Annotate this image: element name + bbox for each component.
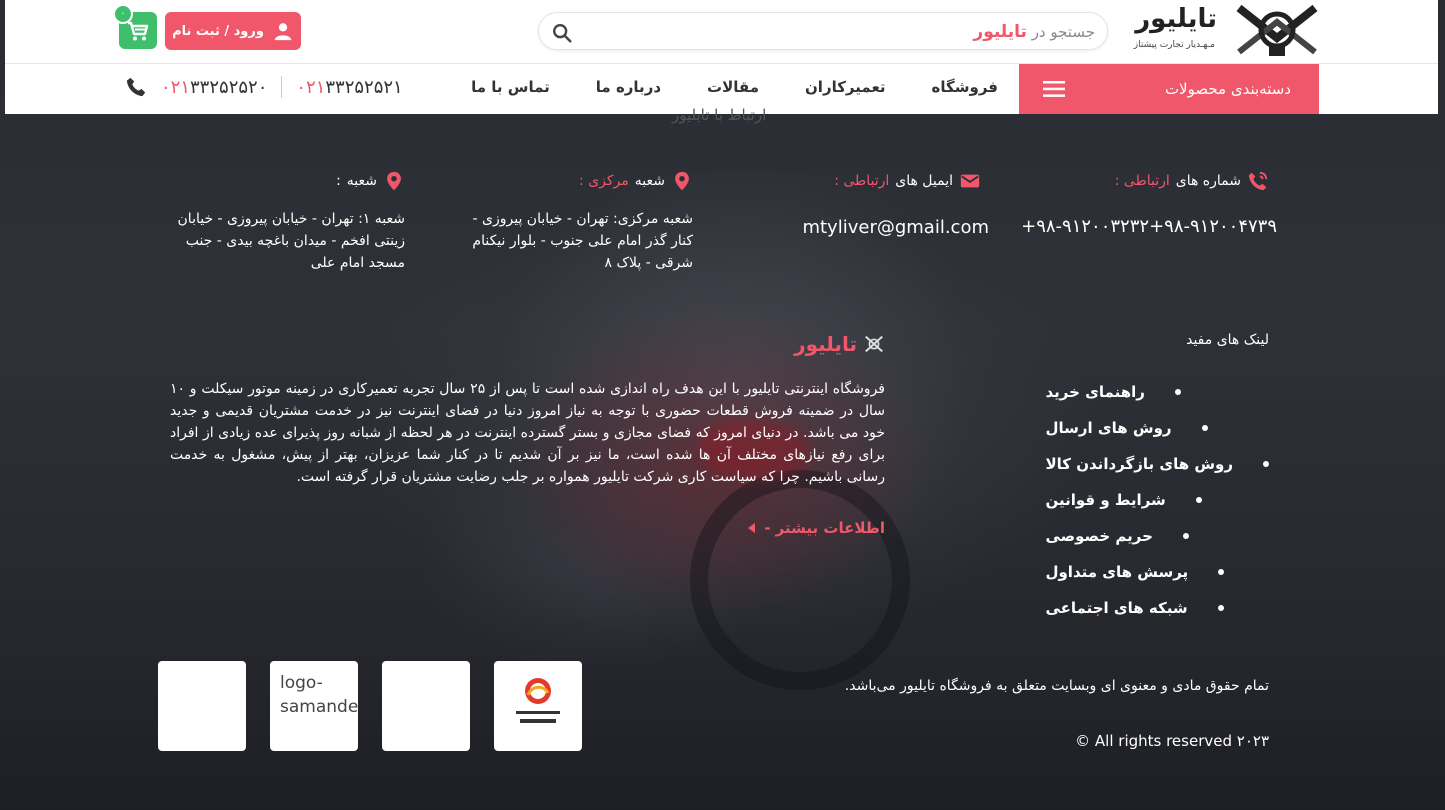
header-phones: ۰۲۱۳۳۲۵۲۵۲۰ ۰۲۱۳۳۲۵۲۵۲۱ [125, 76, 403, 98]
link-label: شرایط و قوانین [1045, 491, 1166, 509]
link-label: روش های ارسال [1045, 419, 1172, 437]
contact-branch-heading: شعبه : [336, 170, 405, 192]
contact-phones-heading: شماره های ارتباطی : [1115, 170, 1269, 192]
link-social[interactable]: شبکه های اجتماعی [1045, 590, 1269, 626]
contact-email-label: ایمیل های [895, 173, 953, 189]
central-address: شعبه مرکزی: تهران - خیابان پیروزی - کنار… [472, 211, 693, 271]
logo-text: تایلیور [1135, 4, 1217, 34]
link-label: راهنمای خرید [1045, 383, 1145, 401]
nav-link-about[interactable]: درباره ما [596, 78, 661, 96]
pasargad-bank-badge[interactable] [494, 661, 582, 751]
hamburger-menu-icon [1043, 81, 1065, 97]
list-bullet [1182, 533, 1189, 539]
cart-count-badge: ۰ [113, 4, 133, 24]
envelope-icon [960, 174, 980, 188]
about-paragraph: فروشگاه اینترنتی تایلیور با این هدف راه … [170, 381, 885, 485]
caret-left-icon [748, 523, 756, 533]
contact-phones-accent: ارتباطی : [1114, 173, 1170, 189]
site-logo[interactable]: تایلیور مـهـدیار تجارت پیشتاز [1125, 0, 1325, 62]
site-header: تایلیور مـهـدیار تجارت پیشتاز جستجو در ت… [5, 0, 1438, 114]
link-shipping-methods[interactable]: روش های ارسال [1045, 410, 1269, 446]
pasargad-bank-logo-icon [516, 678, 560, 723]
list-bullet [1263, 461, 1269, 467]
phone-1-prefix: ۰۲۱ [296, 76, 326, 98]
contact-branch-accent: : [336, 173, 341, 189]
samandehi-badge[interactable]: logo-samandehi [270, 661, 358, 751]
useful-links-title: لینک های مفید [1186, 332, 1269, 348]
phone-divider [281, 76, 283, 98]
phone-2-number: ۳۳۲۵۲۵۲۰ [190, 76, 268, 98]
more-info-label: اطلاعات بیشتر - [764, 519, 885, 537]
peek-section-title: ارتباط با تایلیور [672, 106, 767, 124]
link-terms[interactable]: شرایط و قوانین [1045, 482, 1269, 518]
contact-central-accent: مرکزی : [579, 173, 629, 189]
link-privacy[interactable]: حریم خصوصی [1045, 518, 1269, 554]
phone-2-prefix: ۰۲۱ [161, 76, 191, 98]
about-heading: تایلیور [794, 332, 885, 356]
logo-mini-icon [865, 335, 883, 353]
nav-links: فروشگاه تعمیرکاران مقالات درباره ما تماس… [471, 78, 998, 96]
list-bullet [1217, 605, 1224, 611]
samandehi-alt-text: logo-samandehi [280, 673, 358, 717]
phone-icon [126, 77, 146, 97]
nav-link-shop[interactable]: فروشگاه [932, 78, 998, 96]
login-register-button[interactable]: ورود / ثبت نام [165, 12, 301, 50]
phone-1-number: ۳۳۲۵۲۵۲۱ [325, 76, 403, 98]
branch-address: شعبه ۱: تهران - خیابان پیروزی - خیابان ز… [177, 211, 405, 271]
motorcycle-wheel-shape [690, 470, 910, 690]
category-menu-button[interactable]: دسته‌بندی محصولات [1019, 64, 1319, 114]
link-label: حریم خصوصی [1045, 527, 1153, 545]
contact-email-heading: ایمیل های ارتباطی : [834, 170, 981, 192]
rights-text: تمام حقوق مادی و معنوی ای وبسایت متعلق ب… [844, 678, 1269, 694]
useful-links-list: راهنمای خرید روش های ارسال روش های بازگر… [1045, 374, 1269, 626]
search-input[interactable]: جستجو در تایلیور [538, 12, 1108, 50]
link-shopping-guide[interactable]: راهنمای خرید [1045, 374, 1269, 410]
link-label: روش های بازگرداندن کالا [1045, 455, 1233, 473]
copyright-text: All rights reserved ۲۰۲۳ © [1075, 732, 1269, 750]
phone-call-icon [1248, 171, 1268, 191]
contact-email-value[interactable]: mtyliver@gmail.com [802, 217, 989, 238]
user-icon [274, 23, 292, 41]
list-bullet [1195, 497, 1202, 503]
more-info-link[interactable]: اطلاعات بیشتر - [746, 519, 885, 537]
link-label: شبکه های اجتماعی [1045, 599, 1188, 617]
contact-central-label: شعبه [634, 173, 665, 189]
search-placeholder: جستجو در تایلیور [965, 22, 1095, 42]
contact-central-heading: شعبه مرکزی : [579, 170, 693, 192]
list-bullet [1201, 425, 1208, 431]
category-label: دسته‌بندی محصولات [1164, 80, 1291, 98]
contact-phones-label: شماره های [1175, 173, 1241, 189]
header-phone-1[interactable]: ۰۲۱۳۳۲۵۲۵۲۱ [296, 77, 402, 98]
location-pin-icon [387, 171, 401, 191]
trust-badge[interactable] [158, 661, 246, 751]
nav-link-contact[interactable]: تماس با ما [471, 78, 550, 96]
list-bullet [1218, 569, 1225, 575]
nav-link-repairers[interactable]: تعمیرکاران [805, 78, 886, 96]
about-title: تایلیور [794, 332, 857, 356]
contact-phones-value[interactable]: +۹۸-۹۱۲۰۰۳۲۳۲+۹۸-۹۱۲۰۰۴۷۳۹ [1021, 216, 1277, 237]
list-bullet [1174, 389, 1181, 395]
contact-branch-label: شعبه [346, 173, 377, 189]
header-top-bar: تایلیور مـهـدیار تجارت پیشتاز جستجو در ت… [5, 0, 1438, 64]
header-phone-2[interactable]: ۰۲۱۳۳۲۵۲۵۲۰ [161, 77, 267, 98]
search-placeholder-text: جستجو در [1031, 23, 1095, 41]
logo-subtitle: مـهـدیار تجارت پیشتاز [1133, 40, 1215, 50]
nav-link-articles[interactable]: مقالات [707, 78, 759, 96]
contact-email-accent: ارتباطی : [834, 173, 890, 189]
link-returns[interactable]: روش های بازگرداندن کالا [1045, 446, 1269, 482]
login-label: ورود / ثبت نام [172, 23, 264, 39]
link-label: پرسش های متداول [1045, 563, 1189, 581]
search-brand-text: تایلیور [973, 22, 1027, 42]
logo-emblem-icon [1236, 4, 1318, 56]
search-icon[interactable] [551, 22, 573, 44]
link-faq[interactable]: پرسش های متداول [1045, 554, 1269, 590]
cart-icon [128, 21, 149, 40]
location-pin-icon [675, 171, 689, 191]
enamad-badge[interactable] [382, 661, 470, 751]
